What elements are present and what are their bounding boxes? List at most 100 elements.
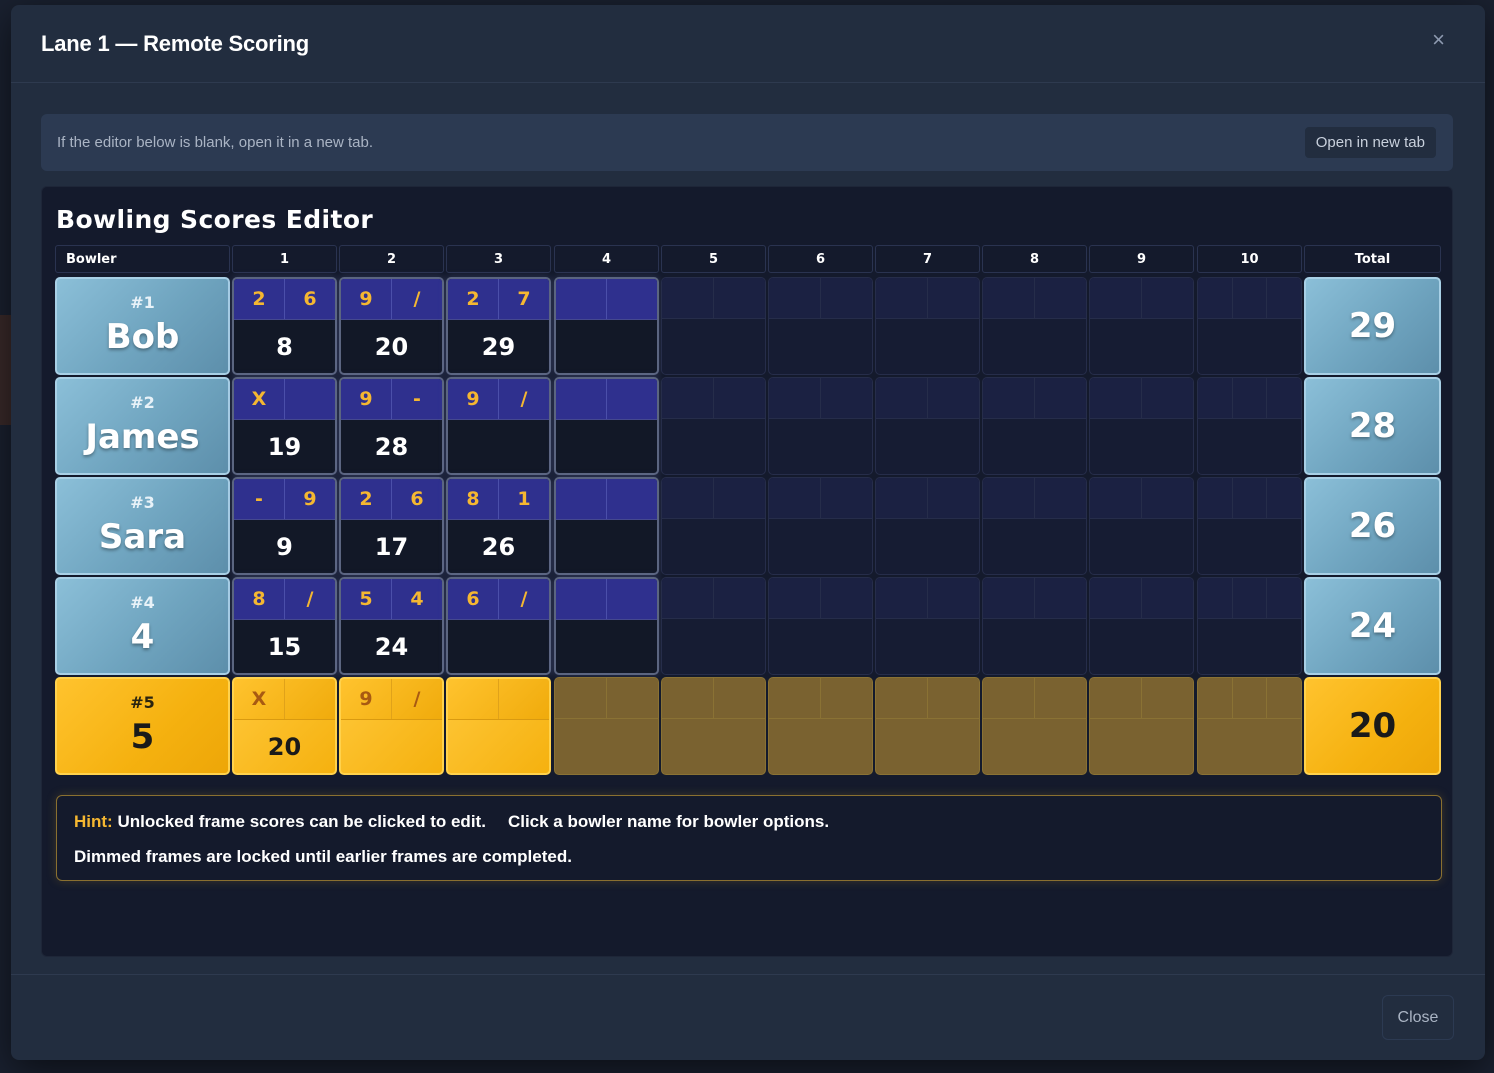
- frame-cell-5-9: [1089, 677, 1194, 775]
- frame-balls: [662, 678, 765, 719]
- ball-2: 1: [498, 479, 549, 519]
- frame-running-total: [983, 519, 1086, 574]
- frame-cell-3-4[interactable]: [554, 477, 659, 575]
- ball-2: [1231, 378, 1267, 418]
- header-bowler: Bowler: [55, 245, 230, 273]
- ball-2: [1231, 678, 1267, 718]
- frame-cell-4-2[interactable]: 5 4 24: [339, 577, 444, 675]
- frame-cell-4-1[interactable]: 8/15: [232, 577, 337, 675]
- frame-cell-5-10: [1197, 677, 1302, 775]
- bowler-name-5[interactable]: #5 5: [55, 677, 230, 775]
- ball-1: [769, 278, 820, 318]
- frame-balls: [556, 579, 657, 620]
- ball-1: [555, 678, 606, 718]
- ball-1: [1090, 578, 1141, 618]
- frame-cell-3-1[interactable]: -99: [232, 477, 337, 575]
- frame-balls: [1198, 478, 1301, 519]
- bowler-name-3[interactable]: #3 Sara: [55, 477, 230, 575]
- frame-balls: 27: [448, 279, 549, 320]
- open-new-tab-button[interactable]: Open in new tab: [1303, 126, 1437, 159]
- frame-balls: 26: [341, 479, 442, 520]
- bowler-name-1[interactable]: #1 Bob: [55, 277, 230, 375]
- frame-running-total: [1198, 319, 1301, 374]
- frame-balls: [1090, 278, 1193, 319]
- frame-balls: 81: [448, 479, 549, 520]
- frame-running-total: [662, 719, 765, 774]
- frame-cell-5-3[interactable]: [446, 677, 551, 775]
- frame-cell-4-3[interactable]: 6/: [446, 577, 551, 675]
- frame-cell-4-8: [982, 577, 1087, 675]
- frame-running-total: 20: [267, 732, 302, 761]
- frame-balls: 9/: [341, 279, 442, 320]
- ball-1: [1198, 578, 1232, 618]
- ball-1: X: [251, 688, 267, 710]
- ball-2: [1034, 478, 1086, 518]
- frame-running-total: 28: [374, 432, 409, 461]
- frame-cell-5-6: [768, 677, 873, 775]
- ball-1: 8: [466, 488, 480, 510]
- modal-header: Lane 1 — Remote Scoring ×: [11, 5, 1485, 83]
- ball-1: [556, 479, 606, 519]
- ball-1: 6: [466, 588, 480, 610]
- ball-1: [983, 378, 1034, 418]
- frame-cell-4-6: [768, 577, 873, 675]
- frame-balls: [876, 478, 979, 519]
- ball-1: [1090, 478, 1141, 518]
- frame-running-total: [556, 420, 657, 473]
- frame-balls: 8/: [234, 579, 335, 620]
- frame-balls: [983, 378, 1086, 419]
- ball-1: 9: [466, 388, 480, 410]
- ball-1: [876, 678, 927, 718]
- bowler-name-2[interactable]: #2 James: [55, 377, 230, 475]
- bowler-number: #5: [130, 693, 155, 712]
- frame-cell-5-2[interactable]: 9/: [339, 677, 444, 775]
- frame-cell-3-2[interactable]: 2 6 17: [339, 477, 444, 575]
- frame-running-total: 15: [267, 632, 302, 661]
- hint-text-bowler: Click a bowler name for bowler options.: [507, 812, 830, 831]
- header-frame-2: 2: [339, 245, 444, 273]
- frame-running-total: [556, 320, 657, 373]
- frame-cell-1-6: [768, 277, 873, 375]
- header-frame-9: 9: [1089, 245, 1194, 273]
- frame-balls: X: [234, 679, 335, 720]
- frame-cell-1-3[interactable]: 2 7 29: [446, 277, 551, 375]
- close-icon[interactable]: ×: [1432, 29, 1445, 51]
- frame-running-total: [555, 719, 658, 774]
- ball-2: [606, 479, 657, 519]
- frame-running-total: [876, 319, 979, 374]
- ball-2: [927, 278, 979, 318]
- frame-cell-2-1[interactable]: X 19: [232, 377, 337, 475]
- frame-cell-1-7: [875, 277, 980, 375]
- frame-balls: 9/: [341, 679, 442, 720]
- bowler-name-4[interactable]: #4 4: [55, 577, 230, 675]
- close-button[interactable]: Close: [1382, 995, 1454, 1040]
- frame-running-total: [1090, 419, 1193, 474]
- frame-cell-2-4[interactable]: [554, 377, 659, 475]
- ball-2: [713, 478, 765, 518]
- frame-cell-4-7: [875, 577, 980, 675]
- ball-1: [556, 279, 606, 319]
- frame-cell-2-2[interactable]: 9- 28: [339, 377, 444, 475]
- frame-cell-1-4[interactable]: [554, 277, 659, 375]
- frame-cell-5-1[interactable]: X 20: [232, 677, 337, 775]
- frame-balls: [448, 679, 549, 720]
- frame-cell-3-3[interactable]: 8 1 26: [446, 477, 551, 575]
- frame-running-total: [983, 319, 1086, 374]
- ball-2: [1231, 578, 1267, 618]
- ball-1: [1198, 278, 1232, 318]
- frame-balls: [1090, 478, 1193, 519]
- ball-2: [1034, 578, 1086, 618]
- frame-balls: X: [234, 379, 335, 420]
- frame-cell-2-10: [1197, 377, 1302, 475]
- frame-cell-1-9: [1089, 277, 1194, 375]
- ball-2: [820, 678, 872, 718]
- frame-balls: 6/: [448, 579, 549, 620]
- header-frame-7: 7: [875, 245, 980, 273]
- frame-cell-2-3[interactable]: 9/: [446, 377, 551, 475]
- frame-cell-1-2[interactable]: 9/20: [339, 277, 444, 375]
- frame-running-total: 8: [276, 332, 293, 361]
- bowler-total-2: 28: [1304, 377, 1441, 475]
- ball-1: [556, 579, 606, 619]
- frame-cell-1-1[interactable]: 26 8: [232, 277, 337, 375]
- frame-cell-4-4[interactable]: [554, 577, 659, 675]
